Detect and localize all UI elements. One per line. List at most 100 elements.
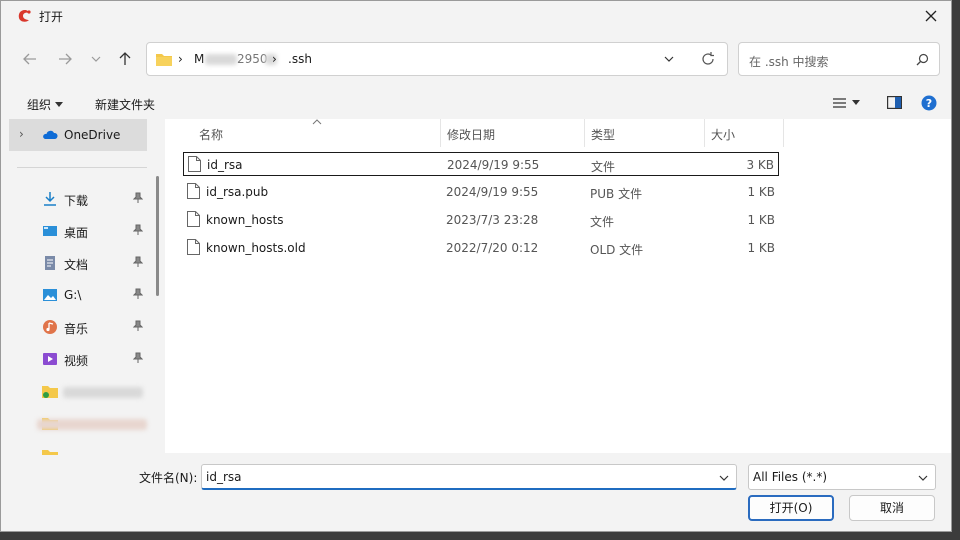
search-icon [916,53,929,66]
pin-icon[interactable] [132,224,144,239]
file-size: 1 KB [747,185,775,199]
arrow-up-icon [119,52,131,65]
file-type: OLD 文件 [590,243,644,257]
file-size: 3 KB [746,158,774,172]
organize-button[interactable]: 组织 [27,96,64,113]
document-icon [45,256,55,270]
sidebar-item-desktop[interactable]: 桌面 [9,215,147,247]
arrow-right-icon [59,53,72,65]
file-row-known-hosts[interactable]: known_hosts 2023/7/3 23:28 文件 1 KB [183,208,779,232]
pin-icon[interactable] [132,256,144,271]
file-type: 文件 [591,160,616,174]
breadcrumb-user-start[interactable]: M [194,52,204,66]
sidebar-item-label: 音乐 [64,322,89,336]
desktop-icon [43,226,57,236]
breadcrumb-ssh[interactable]: .ssh [288,52,312,66]
file-icon [187,211,200,227]
search-box[interactable]: 在 .ssh 中搜索 [738,42,940,76]
breadcrumb-chevron: › [272,52,277,66]
file-list: 名称 修改日期 类型 大小 id_rsa 2024/9/19 9:55 文件 3… [165,119,951,453]
sidebar-item-redacted-folder[interactable] [9,439,147,455]
file-name: known_hosts [206,213,284,227]
sidebar-item-label: 下载 [64,194,89,208]
open-button[interactable]: 打开(O) [748,495,834,521]
sidebar-item-redacted-folder[interactable] [9,407,147,439]
file-row-id-rsa-pub[interactable]: id_rsa.pub 2024/9/19 9:55 PUB 文件 1 KB [183,180,779,204]
sidebar-scrollbar[interactable] [156,176,159,296]
sidebar-item-music[interactable]: 音乐 [9,311,147,343]
close-icon[interactable] [919,4,943,28]
redacted-label [37,419,147,430]
chevron-down-icon [918,475,928,481]
filetype-select[interactable]: All Files (*.*) [748,464,936,490]
image-icon [43,289,57,301]
address-bar[interactable]: › M 2950 › .ssh [146,42,728,76]
pin-icon[interactable] [132,352,144,367]
video-icon [43,353,57,365]
column-header-size[interactable]: 大小 [711,126,735,143]
filetype-value: All Files (*.*) [753,470,828,484]
search-placeholder: 在 .ssh 中搜索 [749,55,829,69]
up-button[interactable] [114,49,136,69]
file-size: 1 KB [747,241,775,255]
file-size: 1 KB [747,213,775,227]
column-divider[interactable] [584,119,585,147]
music-icon [43,320,57,334]
view-options-icon[interactable] [833,97,847,109]
filename-label: 文件名(N): [139,471,198,485]
forward-button[interactable] [54,49,76,69]
file-modified: 2024/9/19 9:55 [447,158,540,172]
app-logo-icon [18,10,31,22]
navigation-pane: › OneDrive 下载 桌面 文档 G:\ 音乐 视频 [9,119,156,455]
svg-text:?: ? [926,97,932,110]
sidebar-item-drive-g[interactable]: G:\ [9,279,147,311]
sidebar-item-videos[interactable]: 视频 [9,343,147,375]
redacted-username [205,54,237,65]
column-header-modified[interactable]: 修改日期 [447,126,495,143]
pin-icon[interactable] [132,320,144,335]
column-header-name[interactable]: 名称 [199,126,223,143]
open-file-dialog: 打开 › M 2950 › .ssh 在 .ssh 中搜索 组织 新建文件夹 ?… [0,0,952,532]
recent-locations-button[interactable] [85,49,107,69]
column-header-type[interactable]: 类型 [591,126,615,143]
sidebar-item-redacted-folder[interactable] [9,375,147,407]
chevron-down-icon[interactable] [663,53,675,65]
column-divider[interactable] [783,119,784,147]
pin-icon[interactable] [132,192,144,207]
folder-icon [42,386,58,398]
column-divider[interactable] [440,119,441,147]
file-modified: 2023/7/3 23:28 [446,213,539,227]
file-icon [187,239,200,255]
window-title: 打开 [39,10,64,24]
sort-ascending-icon [312,119,322,125]
sidebar-item-downloads[interactable]: 下载 [9,183,147,215]
column-divider[interactable] [704,119,705,147]
chevron-right-icon[interactable]: › [19,127,24,141]
file-row-known-hosts-old[interactable]: known_hosts.old 2022/7/20 0:12 OLD 文件 1 … [183,236,779,260]
chevron-down-icon [91,56,101,62]
breadcrumb-chevron: › [178,52,183,66]
sidebar-item-documents[interactable]: 文档 [9,247,147,279]
preview-pane-icon[interactable] [887,96,902,109]
sidebar-item-onedrive[interactable]: › OneDrive [9,119,147,151]
help-icon[interactable]: ? [921,95,937,111]
back-button[interactable] [19,49,41,69]
refresh-icon[interactable] [701,52,715,66]
redacted-label [63,387,143,398]
command-bar: 组织 新建文件夹 ? [1,89,951,117]
filename-field[interactable]: id_rsa [201,464,737,490]
new-folder-button[interactable]: 新建文件夹 [95,96,155,113]
chevron-down-icon[interactable] [718,472,730,484]
breadcrumb-user-partial[interactable]: 2950 [237,52,268,66]
cancel-button[interactable]: 取消 [849,495,935,521]
pin-icon[interactable] [132,288,144,303]
download-icon [44,192,56,206]
divider [17,167,147,168]
file-row-id-rsa[interactable]: id_rsa 2024/9/19 9:55 文件 3 KB [183,152,779,176]
file-name: id_rsa [207,158,243,172]
sidebar-item-label: 桌面 [64,226,89,240]
arrow-left-icon [23,53,36,65]
view-dropdown-icon[interactable] [852,100,860,105]
file-type: 文件 [590,215,615,229]
cloud-icon [43,130,58,139]
